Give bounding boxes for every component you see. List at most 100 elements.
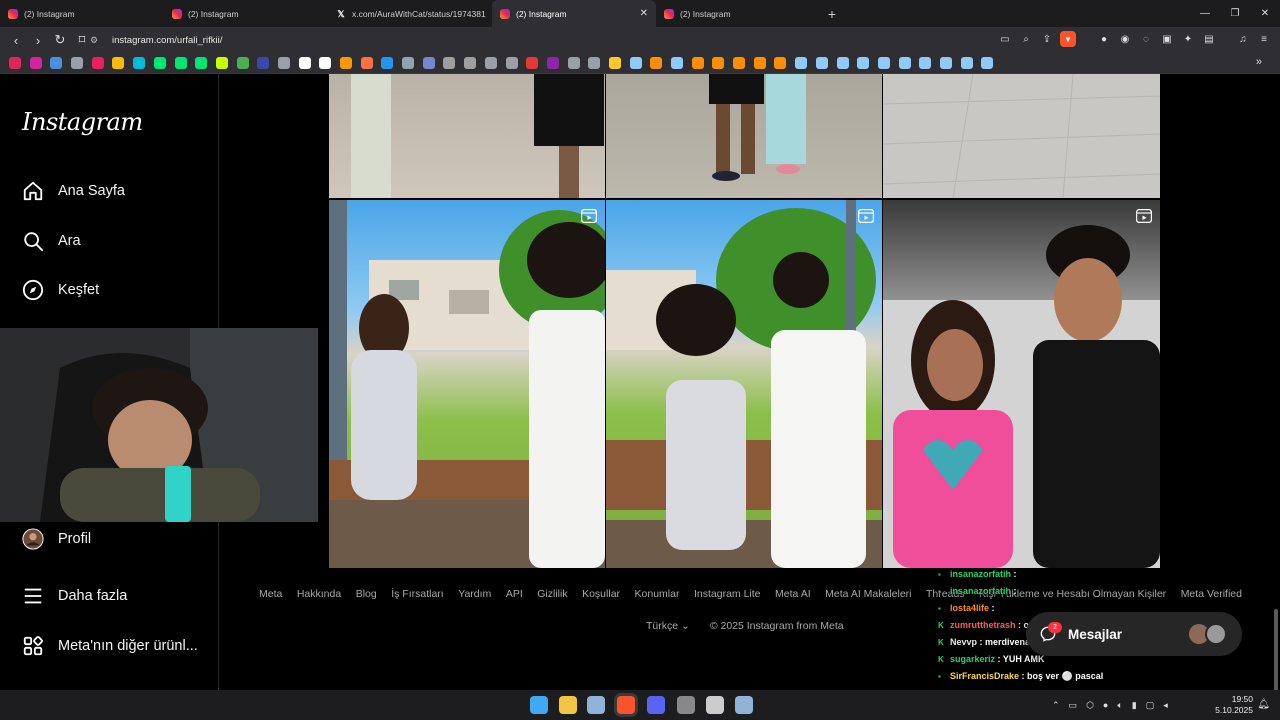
bookmark-favicon-icon[interactable] <box>671 57 683 69</box>
nav-explore[interactable]: Keşfet <box>22 279 99 301</box>
bookmarks-overflow-icon[interactable]: » <box>1256 56 1262 68</box>
extension-icon[interactable]: ▣ <box>1159 31 1175 47</box>
bookmark-favicon-icon[interactable] <box>464 57 477 69</box>
site-settings-icon[interactable]: ⚙ <box>90 35 104 46</box>
bookmark-favicon-icon[interactable] <box>277 57 290 69</box>
extensions-puzzle-icon[interactable]: ✦ <box>1180 31 1196 47</box>
cast-icon[interactable]: ▭ <box>997 31 1013 47</box>
bookmark-favicon-icon[interactable] <box>857 57 870 69</box>
bookmark-favicon-icon[interactable] <box>815 57 828 69</box>
footer-link[interactable]: Yardım <box>458 588 491 600</box>
bookmark-favicon-icon[interactable] <box>381 57 394 69</box>
tray-app-icon[interactable]: ▭ <box>1069 700 1078 711</box>
footer-link[interactable]: Hakkında <box>297 588 341 600</box>
bookmark-favicon-icon[interactable] <box>753 57 766 69</box>
bookmark-favicon-icon[interactable] <box>153 57 166 69</box>
bookmark-icon[interactable]: ⌑ <box>72 30 92 50</box>
mic-icon[interactable]: ▮ <box>1132 700 1137 711</box>
bookmark-favicon-icon[interactable] <box>174 57 187 69</box>
bookmark-favicon-icon[interactable] <box>774 57 787 69</box>
bookmark-favicon-icon[interactable] <box>215 57 228 69</box>
display-icon[interactable]: ▢ <box>1146 700 1155 711</box>
bookmark-favicon-icon[interactable] <box>898 57 911 69</box>
minimize-icon[interactable]: — <box>1190 0 1220 27</box>
nav-more[interactable]: Daha fazla <box>22 585 127 607</box>
browser-tab[interactable]: (2) Instagram <box>0 0 164 27</box>
bookmark-favicon-icon[interactable] <box>546 57 559 69</box>
browser-tab[interactable]: (2) Instagram <box>656 0 820 27</box>
post-thumbnail[interactable] <box>606 74 882 198</box>
bookmark-favicon-icon[interactable] <box>608 57 621 69</box>
post-thumbnail[interactable] <box>329 74 605 198</box>
footer-link[interactable]: Meta AI <box>775 588 811 600</box>
new-tab-button[interactable]: + <box>820 0 844 27</box>
tray-app-icon[interactable]: ⬡ <box>1086 700 1094 711</box>
extension-icon[interactable]: ◌ <box>1138 31 1154 47</box>
bookmark-favicon-icon[interactable] <box>236 57 249 69</box>
address-bar[interactable]: ⚙ instagram.com/urfali_rifkii/ <box>90 30 1098 50</box>
steam-icon[interactable] <box>587 696 605 714</box>
reel-thumbnail[interactable] <box>606 200 882 568</box>
bookmark-favicon-icon[interactable] <box>629 57 642 69</box>
share-icon[interactable]: ⇪ <box>1039 31 1055 47</box>
app-icon[interactable] <box>706 696 724 714</box>
clock[interactable]: 19:50 5.10.2025 <box>1215 694 1253 716</box>
forward-icon[interactable]: › <box>28 30 48 50</box>
bookmark-favicon-icon[interactable] <box>733 57 746 69</box>
footer-link[interactable]: Gizlilik <box>537 588 567 600</box>
footer-link[interactable]: İş Fırsatları <box>391 588 444 600</box>
bookmark-favicon-icon[interactable] <box>795 57 808 69</box>
bookmark-favicon-icon[interactable] <box>319 57 332 69</box>
browser-tab[interactable]: 𝕏x.com/AuraWithCat/status/1974381 <box>328 0 492 27</box>
menu-icon[interactable]: ≡ <box>1256 31 1272 47</box>
zoom-icon[interactable]: ⌕ <box>1018 31 1034 47</box>
bookmark-favicon-icon[interactable] <box>112 57 125 69</box>
volume-icon[interactable]: 🔈︎ <box>1117 700 1122 711</box>
bookmark-favicon-icon[interactable] <box>133 57 146 69</box>
bookmark-favicon-icon[interactable] <box>422 57 435 69</box>
instagram-logo[interactable]: Instagram <box>22 108 143 136</box>
speaker-icon[interactable]: ◂ <box>1163 700 1168 711</box>
reload-icon[interactable]: ↻ <box>50 30 70 50</box>
footer-link[interactable]: Blog <box>356 588 377 600</box>
bookmark-favicon-icon[interactable] <box>939 57 952 69</box>
bookmark-favicon-icon[interactable] <box>257 57 270 69</box>
brave-icon[interactable] <box>617 696 635 714</box>
discord-icon[interactable] <box>647 696 665 714</box>
messages-button[interactable]: Mesajlar <box>1026 612 1242 656</box>
nav-home[interactable]: Ana Sayfa <box>22 180 125 202</box>
bookmark-favicon-icon[interactable] <box>340 57 352 69</box>
brave-shields-icon[interactable]: ▼ <box>1060 31 1076 47</box>
footer-link[interactable]: Instagram Lite <box>694 588 761 600</box>
post-thumbnail[interactable] <box>883 74 1160 198</box>
bookmark-favicon-icon[interactable] <box>29 57 42 69</box>
bookmark-favicon-icon[interactable] <box>691 57 704 69</box>
reel-thumbnail[interactable] <box>329 200 605 568</box>
file-explorer-icon[interactable] <box>559 696 577 714</box>
media-icon[interactable]: ♫ <box>1235 31 1251 47</box>
steam-icon-2[interactable] <box>735 696 753 714</box>
obs-icon[interactable] <box>677 696 695 714</box>
browser-tab-active[interactable]: (2) Instagram ✕ <box>492 0 656 27</box>
extension-icon[interactable]: ◉ <box>1117 31 1133 47</box>
bookmark-favicon-icon[interactable] <box>960 57 973 69</box>
bookmark-favicon-icon[interactable] <box>567 57 580 69</box>
windows-start-icon[interactable] <box>530 696 548 714</box>
footer-link[interactable]: Koşullar <box>582 588 620 600</box>
footer-link[interactable]: API <box>506 588 523 600</box>
bookmark-favicon-icon[interactable] <box>195 57 208 69</box>
sidebar-icon[interactable]: ▤ <box>1201 31 1217 47</box>
back-icon[interactable]: ‹ <box>6 30 26 50</box>
bookmark-favicon-icon[interactable] <box>360 57 373 69</box>
nav-search[interactable]: Ara <box>22 230 81 252</box>
chevron-up-icon[interactable]: ⌃ <box>1052 700 1060 711</box>
browser-tab[interactable]: (2) Instagram <box>164 0 328 27</box>
bookmark-favicon-icon[interactable] <box>484 57 497 69</box>
language-selector[interactable]: Türkçe ⌄ <box>646 620 690 632</box>
bookmark-favicon-icon[interactable] <box>650 57 663 69</box>
bookmark-favicon-icon[interactable] <box>877 57 890 69</box>
steam-tray-icon[interactable]: ● <box>1103 700 1108 710</box>
bookmark-favicon-icon[interactable] <box>91 57 104 69</box>
notification-icon[interactable]: 🔔︎ <box>1257 699 1270 710</box>
nav-profile[interactable]: Profil <box>22 528 91 550</box>
